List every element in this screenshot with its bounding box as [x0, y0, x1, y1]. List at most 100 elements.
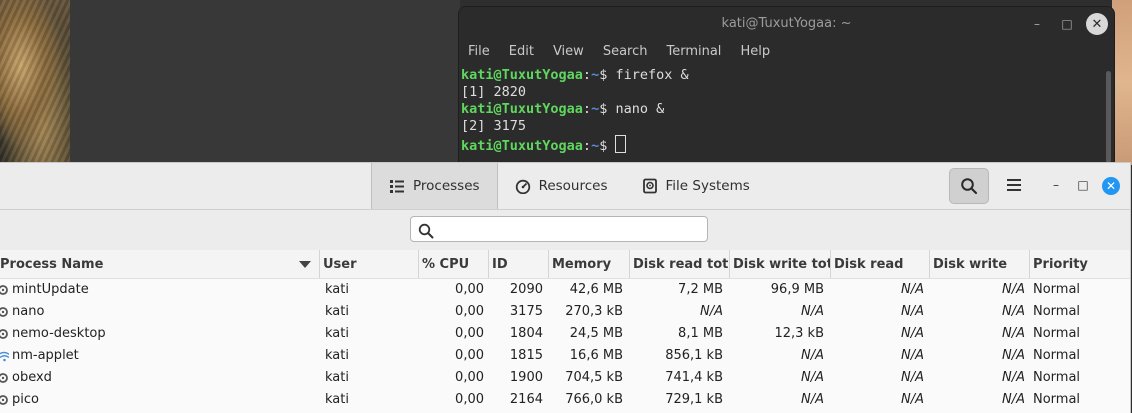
menu-view[interactable]: View: [548, 41, 598, 63]
cell-id: 1804: [509, 326, 543, 341]
column-header-memory[interactable]: Memory: [548, 250, 629, 278]
terminal-line: kati@TuxutYogaa:~$ nano &: [461, 101, 1102, 118]
cell-id: 1815: [509, 348, 543, 363]
column-header-disk-write[interactable]: Disk write: [929, 250, 1029, 278]
column-header-disk-read-total[interactable]: Disk read total: [629, 250, 729, 278]
tab-resources[interactable]: Resources: [498, 163, 625, 209]
cell-user: kati: [325, 282, 349, 297]
command-text: [607, 138, 615, 154]
main-menu-button[interactable]: [997, 168, 1031, 202]
minimize-icon[interactable]: –: [1046, 175, 1066, 195]
prompt-user: kati@TuxutYogaa: [461, 101, 583, 117]
table-row[interactable]: obexd kati 0,00 1900 704,5 kB 741,4 kB N/A N/A N…: [0, 367, 1130, 389]
minimize-icon[interactable]: –: [1026, 13, 1048, 35]
search-input[interactable]: [410, 216, 708, 242]
tab-resources-label: Resources: [538, 178, 608, 194]
terminal-title: kati@TuxutYogaa: ~: [721, 16, 852, 31]
table-row[interactable]: nm-applet kati 0,00 1815 16,6 MB 856,1 kB N/A N…: [0, 345, 1130, 367]
background-window: [70, 0, 460, 165]
cell-dwrite: N/A: [1002, 392, 1025, 407]
prompt-sep: :: [582, 138, 592, 154]
cell-memory: 270,3 kB: [565, 304, 623, 319]
cell-dwrite-total: 12,3 kB: [774, 326, 824, 341]
search-toggle-button[interactable]: [949, 168, 989, 204]
cell-dwrite: N/A: [1002, 348, 1025, 363]
cell-id: 2164: [509, 392, 543, 407]
cell-priority: Normal: [1033, 282, 1081, 297]
cell-dread-total: 856,1 kB: [665, 348, 723, 363]
cell-id: 1900: [509, 370, 543, 385]
table-row[interactable]: nemo-desktop kati 0,00 1804 24,5 MB 8,1 MB 12,…: [0, 323, 1130, 345]
terminal-scrollbar[interactable]: [1106, 71, 1111, 163]
menu-help[interactable]: Help: [735, 41, 784, 63]
column-header-process-name[interactable]: Process Name: [0, 250, 319, 278]
maximize-icon[interactable]: □: [1073, 175, 1093, 195]
terminal-output[interactable]: kati@TuxutYogaa:~$ firefox & [1] 2820 kati…: [460, 67, 1102, 171]
cell-dwrite: N/A: [1002, 370, 1025, 385]
table-row[interactable]: nano kati 0,00 3175 270,3 kB N/A N/A N/A N/A Norm…: [0, 301, 1130, 323]
terminal-line: [2] 3175: [461, 118, 1102, 135]
terminal-line: kati@TuxutYogaa:~$ firefox &: [461, 67, 1102, 84]
cell-priority: Normal: [1033, 326, 1081, 341]
tab-processes[interactable]: Processes: [371, 163, 498, 209]
menu-terminal[interactable]: Terminal: [661, 41, 735, 63]
cell-dread-total: 8,1 MB: [678, 326, 723, 341]
prompt-user: kati@TuxutYogaa: [461, 67, 583, 83]
prompt-user: kati@TuxutYogaa: [461, 138, 583, 154]
process-table[interactable]: Process Name User % CPU ID Memory Disk r…: [0, 250, 1130, 413]
column-header-cpu[interactable]: % CPU: [418, 250, 488, 278]
terminal-window[interactable]: kati@TuxutYogaa: ~ – □ ✕ File Edit View …: [458, 6, 1115, 172]
header-bar: Processes Resources File Systems – □ ✕: [0, 163, 1130, 210]
tab-file-systems-label: File Systems: [665, 178, 750, 194]
gauge-icon: [515, 178, 531, 195]
cell-id: 3175: [509, 304, 543, 319]
cell-user: kati: [325, 304, 349, 319]
cell-priority: Normal: [1033, 370, 1081, 385]
process-name: nemo-desktop: [12, 326, 106, 341]
menu-edit[interactable]: Edit: [504, 41, 548, 63]
cell-memory: 42,6 MB: [569, 282, 623, 297]
cell-dread: N/A: [901, 370, 924, 385]
close-icon[interactable]: ✕: [1086, 13, 1108, 35]
system-monitor-window[interactable]: Processes Resources File Systems – □ ✕ P…: [0, 162, 1131, 413]
cell-dread: N/A: [901, 392, 924, 407]
cell-dwrite-total: N/A: [801, 304, 824, 319]
maximize-icon[interactable]: □: [1056, 13, 1078, 35]
prompt-sep: :: [582, 67, 592, 83]
menu-file[interactable]: File: [463, 41, 504, 63]
list-icon: [389, 178, 405, 194]
tab-file-systems[interactable]: File Systems: [625, 163, 767, 209]
command-text: nano &: [607, 101, 665, 117]
view-tabs: Processes Resources File Systems: [371, 163, 767, 209]
column-header-user[interactable]: User: [319, 250, 418, 278]
close-icon[interactable]: ✕: [1102, 177, 1120, 195]
table-row[interactable]: mintUpdate kati 0,00 2090 42,6 MB 7,2 MB 96,9 …: [0, 279, 1130, 301]
search-icon: [418, 223, 434, 239]
terminal-line: kati@TuxutYogaa:~$: [461, 135, 1102, 155]
command-text: firefox &: [607, 67, 689, 83]
column-header-id[interactable]: ID: [488, 250, 548, 278]
prompt-dir: ~: [591, 101, 600, 117]
sort-descending-icon[interactable]: [299, 261, 311, 268]
table-row[interactable]: pico kati 0,00 2164 766,0 kB 729,1 kB N/A N/A N/…: [0, 389, 1130, 411]
hamburger-icon: [1007, 179, 1021, 191]
cell-dread: N/A: [901, 282, 924, 297]
cell-cpu: 0,00: [455, 348, 484, 363]
column-header-disk-write-total[interactable]: Disk write tota: [729, 250, 830, 278]
cell-cpu: 0,00: [455, 326, 484, 341]
cell-user: kati: [325, 392, 349, 407]
process-rows: mintUpdate kati 0,00 2090 42,6 MB 7,2 MB 96,9 …: [0, 279, 1130, 411]
cell-dwrite-total: N/A: [801, 392, 824, 407]
menu-search[interactable]: Search: [598, 41, 662, 63]
process-name: nm-applet: [12, 348, 79, 363]
column-header-disk-read[interactable]: Disk read: [830, 250, 929, 278]
prompt-dir: ~: [591, 67, 600, 83]
cell-dread-total: 741,4 kB: [665, 370, 723, 385]
prompt-dir: ~: [591, 138, 600, 154]
desktop-wallpaper-right: [1112, 0, 1132, 165]
output-text: [1] 2820: [461, 84, 527, 100]
cell-dread: N/A: [901, 348, 924, 363]
cell-cpu: 0,00: [455, 370, 484, 385]
column-header-priority[interactable]: Priority: [1029, 250, 1130, 278]
terminal-titlebar[interactable]: kati@TuxutYogaa: ~ – □ ✕: [459, 7, 1114, 41]
